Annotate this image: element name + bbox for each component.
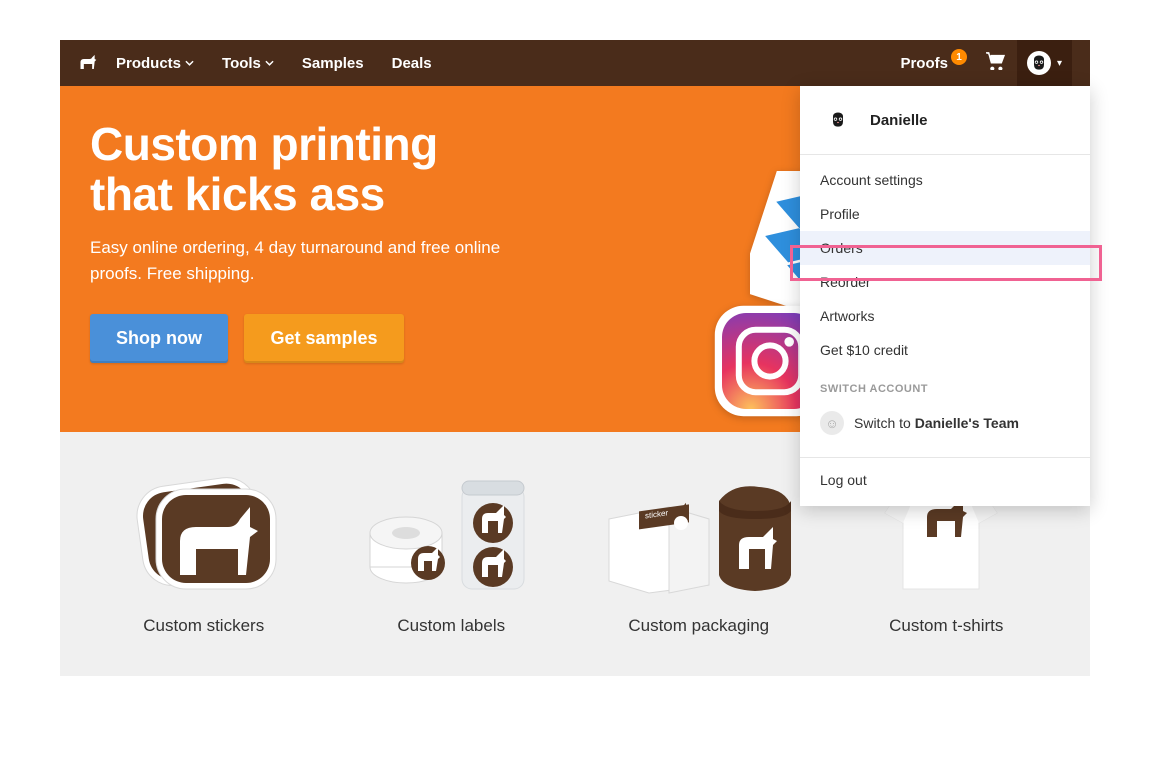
shop-now-button[interactable]: Shop now bbox=[90, 314, 228, 363]
menu-reorder[interactable]: Reorder bbox=[800, 265, 1090, 299]
nav-proofs[interactable]: Proofs 1 bbox=[900, 55, 967, 72]
cart-icon[interactable] bbox=[985, 52, 1005, 74]
avatar bbox=[820, 102, 856, 138]
smile-icon: ☺ bbox=[820, 411, 844, 435]
logo-icon[interactable] bbox=[78, 54, 98, 72]
nav-products[interactable]: Products bbox=[116, 55, 194, 72]
menu-get-credit[interactable]: Get $10 credit bbox=[800, 333, 1090, 367]
menu-artworks[interactable]: Artworks bbox=[800, 299, 1090, 333]
proofs-label: Proofs bbox=[900, 55, 948, 72]
product-label: Custom t-shirts bbox=[827, 616, 1065, 636]
user-name: Danielle bbox=[870, 112, 928, 129]
nav-label: Products bbox=[116, 55, 181, 72]
menu-profile[interactable]: Profile bbox=[800, 197, 1090, 231]
product-labels[interactable]: Custom labels bbox=[332, 462, 570, 636]
product-image bbox=[332, 462, 570, 602]
nav-tools[interactable]: Tools bbox=[222, 55, 274, 72]
account-dropdown: Danielle Account settings Profile Orders… bbox=[800, 86, 1090, 506]
switch-account-label: SWITCH ACCOUNT bbox=[800, 367, 1090, 403]
nav-samples[interactable]: Samples bbox=[302, 55, 364, 72]
nav-label: Samples bbox=[302, 55, 364, 72]
top-nav: Products Tools Samples Deals Proofs 1 ▾ bbox=[60, 40, 1090, 86]
product-label: Custom stickers bbox=[85, 616, 323, 636]
dropdown-header: Danielle bbox=[800, 86, 1090, 155]
chevron-down-icon bbox=[185, 60, 194, 66]
chevron-down-icon: ▾ bbox=[1057, 58, 1062, 69]
get-samples-button[interactable]: Get samples bbox=[244, 314, 403, 363]
product-stickers[interactable]: Custom stickers bbox=[85, 462, 323, 636]
product-label: Custom packaging bbox=[580, 616, 818, 636]
hero-subtitle: Easy online ordering, 4 day turnaround a… bbox=[90, 235, 510, 286]
menu-logout[interactable]: Log out bbox=[800, 457, 1090, 506]
product-image bbox=[85, 462, 323, 602]
proofs-badge: 1 bbox=[951, 49, 967, 65]
nav-deals[interactable]: Deals bbox=[392, 55, 432, 72]
product-packaging[interactable]: sticker Custom packaging bbox=[580, 462, 818, 636]
chevron-down-icon bbox=[265, 60, 274, 66]
nav-label: Deals bbox=[392, 55, 432, 72]
menu-account-settings[interactable]: Account settings bbox=[800, 163, 1090, 197]
switch-account-item[interactable]: ☺ Switch to Danielle's Team bbox=[800, 403, 1090, 451]
product-label: Custom labels bbox=[332, 616, 570, 636]
avatar bbox=[1027, 51, 1051, 75]
menu-orders[interactable]: Orders bbox=[800, 231, 1090, 265]
account-menu-trigger[interactable]: ▾ bbox=[1017, 40, 1072, 86]
product-image: sticker bbox=[580, 462, 818, 602]
nav-label: Tools bbox=[222, 55, 261, 72]
